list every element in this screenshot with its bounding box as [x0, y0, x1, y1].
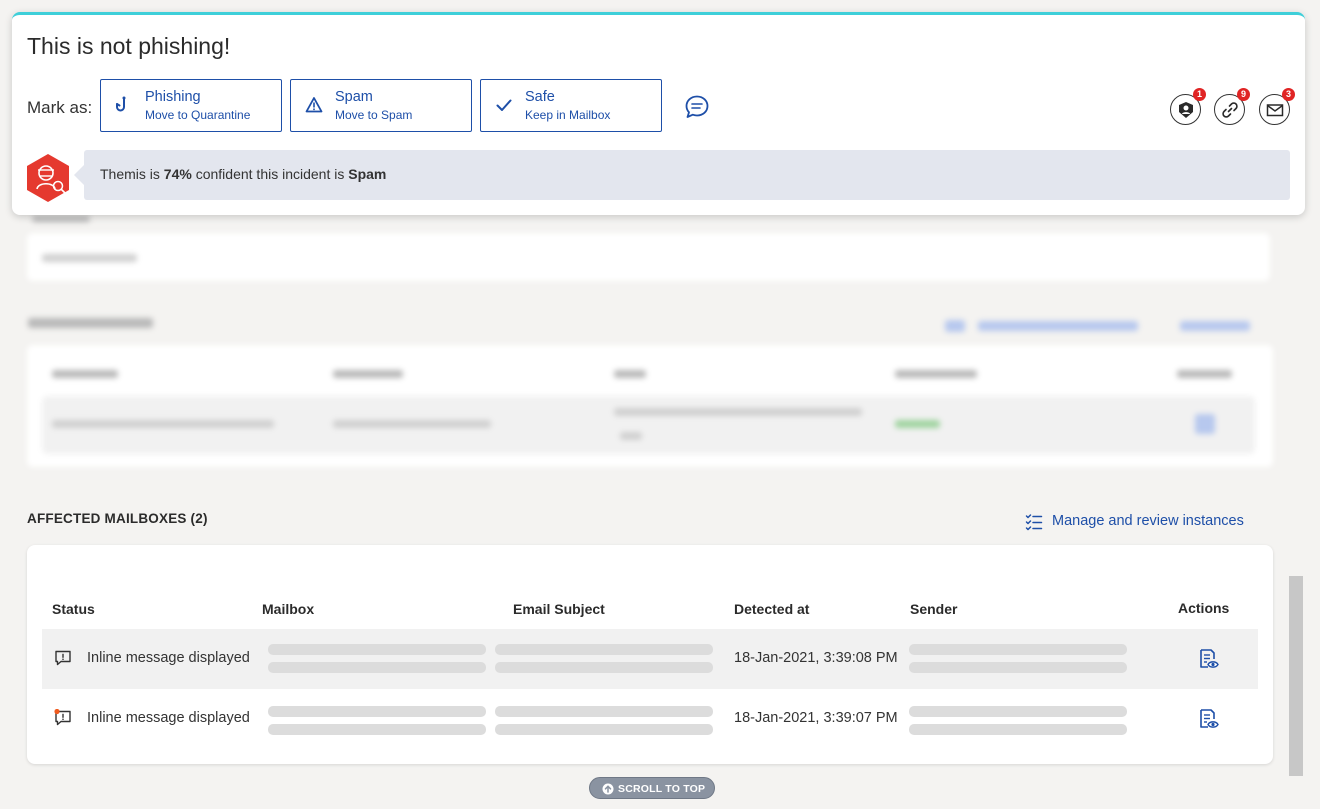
scrollbar[interactable] — [1289, 576, 1303, 776]
sender-indicator-button[interactable]: 1 — [1170, 88, 1206, 125]
link-icon — [1222, 102, 1238, 118]
column-header-status[interactable]: Status — [52, 601, 95, 617]
sender-placeholder — [909, 706, 1127, 717]
user-icon — [1179, 102, 1193, 118]
phishing-button-title: Phishing — [145, 89, 201, 105]
affected-mailboxes-title: AFFECTED MAILBOXES (2) — [27, 511, 208, 526]
subject-placeholder — [495, 662, 713, 673]
mail-icon — [1266, 104, 1284, 117]
mark-as-label: Mark as: — [27, 98, 93, 117]
subject-placeholder — [495, 644, 713, 655]
themis-confidence-message: Themis is 74% confident this incident is… — [74, 150, 1290, 200]
comment-icon[interactable] — [684, 94, 710, 120]
safe-button-title: Safe — [525, 89, 555, 105]
sender-placeholder — [909, 662, 1127, 673]
themis-confidence-value: 74% — [163, 166, 192, 182]
mailbox-placeholder — [268, 706, 486, 717]
column-header-email-subject[interactable]: Email Subject — [513, 601, 605, 617]
hook-icon — [116, 96, 126, 112]
scroll-to-top-label: SCROLL TO TOP — [618, 783, 706, 795]
table-row[interactable]: Inline message displayed 18-Jan-2021, 3:… — [42, 629, 1258, 689]
column-header-mailbox[interactable]: Mailbox — [262, 601, 314, 617]
decision-title: This is not phishing! — [27, 33, 231, 59]
column-header-detected-at[interactable]: Detected at — [734, 601, 809, 617]
manage-instances-label: Manage and review instances — [1052, 513, 1244, 529]
table-row[interactable]: Inline message displayed 18-Jan-2021, 3:… — [42, 689, 1258, 749]
themis-prefix: Themis is — [100, 166, 164, 182]
scroll-to-top-button[interactable]: SCROLL TO TOP — [589, 777, 715, 799]
mail-indicator-badge: 3 — [1282, 88, 1295, 101]
themis-verdict: Spam — [348, 166, 387, 182]
subject-placeholder — [495, 706, 713, 717]
affected-mailboxes-table: Status Mailbox Email Subject Detected at… — [27, 545, 1273, 764]
safe-button-subtitle: Keep in Mailbox — [525, 108, 611, 122]
mark-spam-button[interactable]: Spam Move to Spam — [290, 79, 472, 132]
themis-middle: confident this incident is — [191, 166, 349, 182]
themis-confidence-text: Themis is 74% confident this incident is… — [100, 166, 386, 182]
detected-at-text: 18-Jan-2021, 3:39:07 PM — [734, 710, 898, 726]
sender-placeholder — [909, 644, 1127, 655]
link-indicator-badge: 9 — [1237, 88, 1250, 101]
mailbox-placeholder — [268, 644, 486, 655]
sender-placeholder — [909, 724, 1127, 735]
mailbox-placeholder — [268, 662, 486, 673]
status-text: Inline message displayed — [87, 650, 250, 666]
view-email-icon[interactable] — [1197, 708, 1219, 730]
subject-placeholder — [495, 724, 713, 735]
arrow-up-icon — [602, 783, 614, 795]
phishing-button-subtitle: Move to Quarantine — [145, 108, 251, 122]
spam-button-title: Spam — [335, 89, 373, 105]
warning-icon — [305, 97, 323, 113]
inline-message-icon — [55, 650, 71, 666]
column-header-actions: Actions — [1178, 600, 1230, 616]
check-icon — [496, 99, 512, 111]
mail-indicator-button[interactable]: 3 — [1259, 88, 1295, 125]
mark-safe-button[interactable]: Safe Keep in Mailbox — [480, 79, 662, 132]
sender-indicator-badge: 1 — [1193, 88, 1206, 101]
spam-button-subtitle: Move to Spam — [335, 108, 413, 122]
themis-avatar-icon — [27, 154, 69, 202]
link-indicator-button[interactable]: 9 — [1214, 88, 1250, 125]
mailbox-placeholder — [268, 724, 486, 735]
inline-message-unread-icon — [54, 709, 71, 726]
view-email-icon[interactable] — [1197, 648, 1219, 670]
mark-phishing-button[interactable]: Phishing Move to Quarantine — [100, 79, 282, 132]
status-text: Inline message displayed — [87, 710, 250, 726]
column-header-sender[interactable]: Sender — [910, 601, 957, 617]
decision-panel: This is not phishing! Mark as: Phishing … — [12, 12, 1305, 215]
detected-at-text: 18-Jan-2021, 3:39:08 PM — [734, 650, 898, 666]
checklist-icon — [1025, 514, 1043, 531]
